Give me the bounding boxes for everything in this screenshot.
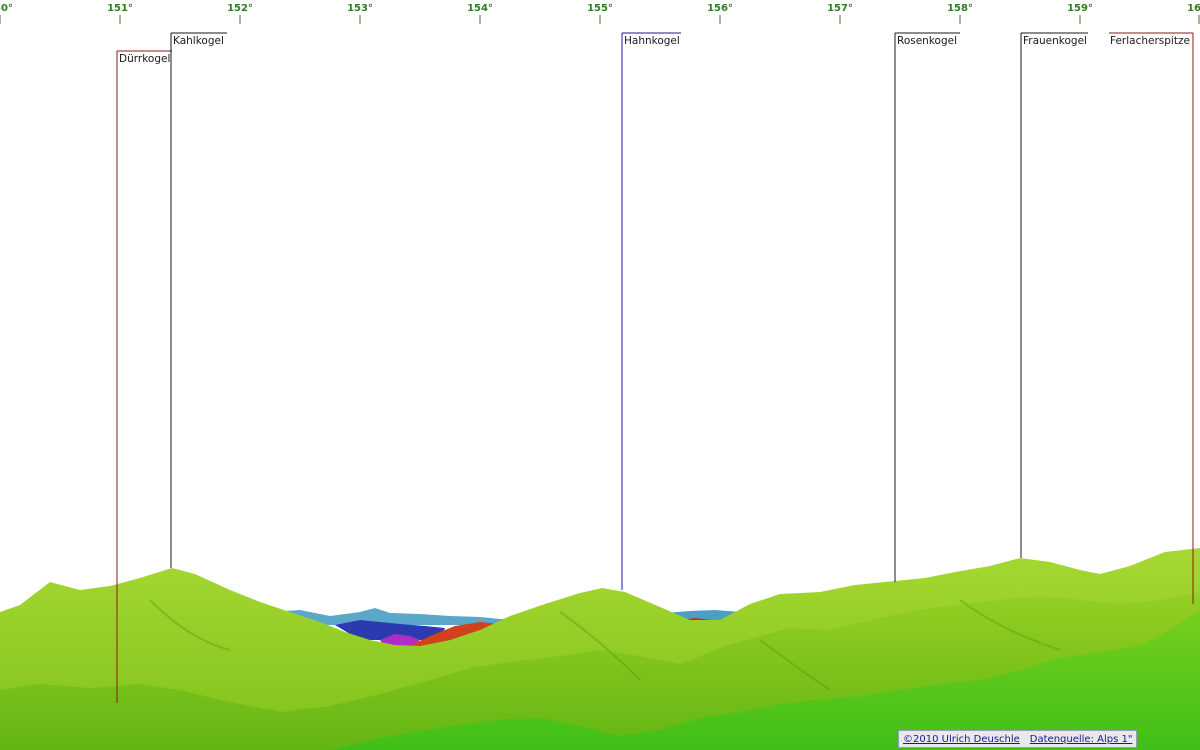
azimuth-tick-label: 151°	[107, 3, 133, 14]
peak-marker-kahlkogel: Kahlkogel	[170, 32, 227, 568]
credits-bar: ©2010 Ulrich Deuschle Datenquelle: Alps …	[898, 730, 1138, 748]
peak-label: Frauenkogel	[1023, 35, 1087, 47]
azimuth-tick-label: 152°	[227, 3, 253, 14]
panorama-view: 150° 151° 152° 153° 154° 155° 156° 157° …	[0, 3, 1200, 750]
azimuth-tick-label: 155°	[587, 3, 613, 14]
azimuth-tick-label: 156°	[707, 3, 733, 14]
peak-marker-ferlacherspitze: Ferlacherspitze	[1109, 32, 1194, 604]
azimuth-tick-label: 154°	[467, 3, 493, 14]
peak-label: Hahnkogel	[624, 35, 680, 47]
copyright-link[interactable]: ©2010 Ulrich Deuschle	[903, 734, 1020, 745]
data-source-link[interactable]: Datenquelle: Alps 1"	[1030, 734, 1133, 745]
azimuth-tick-label: 160°	[1187, 3, 1200, 14]
peak-marker-frauenkogel: Frauenkogel	[1020, 32, 1088, 558]
azimuth-tick-label: 153°	[347, 3, 373, 14]
peak-marker-rosenkogel: Rosenkogel	[894, 32, 960, 582]
peak-label: Kahlkogel	[173, 35, 224, 47]
azimuth-tick-label: 159°	[1067, 3, 1093, 14]
azimuth-scale: 150° 151° 152° 153° 154° 155° 156° 157° …	[0, 3, 1200, 24]
peak-label: Dürrkogel	[119, 53, 170, 65]
peak-label: Ferlacherspitze	[1110, 35, 1190, 47]
azimuth-tick-label: 158°	[947, 3, 973, 14]
terrain	[0, 548, 1200, 750]
peak-label: Rosenkogel	[897, 35, 957, 47]
azimuth-tick-label: 150°	[0, 3, 13, 14]
peak-marker-hahnkogel: Hahnkogel	[621, 32, 681, 590]
azimuth-tick-label: 157°	[827, 3, 853, 14]
